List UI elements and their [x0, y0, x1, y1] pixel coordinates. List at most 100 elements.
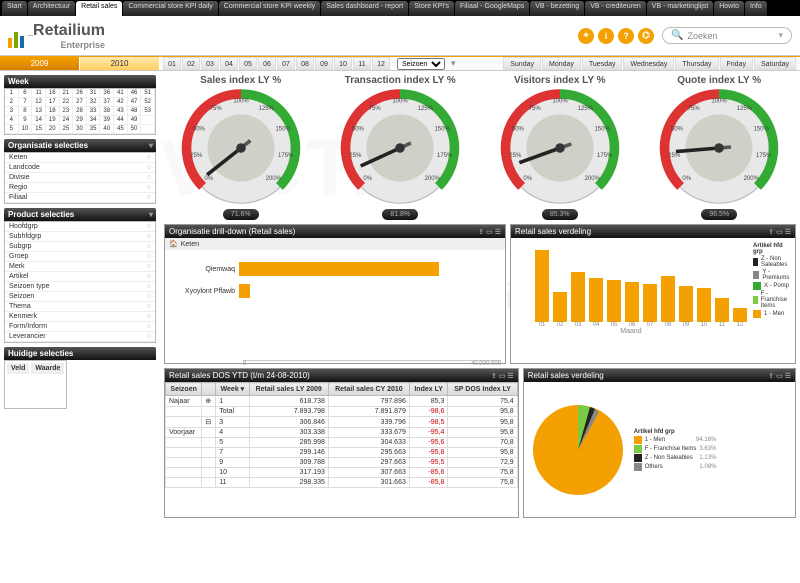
- chevron-down-icon[interactable]: ▾: [149, 141, 153, 150]
- drill-bar[interactable]: Qiemwaq: [169, 262, 501, 276]
- table-row[interactable]: ⊟3306.846339.796-98,595,8: [166, 417, 518, 428]
- table-row[interactable]: 10317.193307.663-85,675,8: [166, 468, 518, 478]
- bar[interactable]: [607, 280, 621, 322]
- week-cell[interactable]: 52: [141, 98, 155, 107]
- col-header[interactable]: Seizoen: [166, 383, 202, 396]
- week-cell[interactable]: 15: [32, 125, 46, 134]
- filter-merk[interactable]: Merk○: [5, 262, 155, 272]
- filter-artikel[interactable]: Artikel○: [5, 272, 155, 282]
- bar[interactable]: [679, 286, 693, 322]
- filter-seizoen type[interactable]: Seizoen type○: [5, 282, 155, 292]
- day-friday[interactable]: Friday: [720, 57, 753, 70]
- week-cell[interactable]: 51: [141, 89, 155, 98]
- settings-icon[interactable]: ⌬: [638, 28, 654, 44]
- pin-icon[interactable]: ⌖: [578, 28, 594, 44]
- month-01[interactable]: 01: [163, 57, 181, 70]
- week-cell[interactable]: 17: [46, 98, 60, 107]
- week-cell[interactable]: 41: [114, 89, 128, 98]
- tab-howto[interactable]: Howto: [714, 1, 744, 16]
- col-header[interactable]: SP DOS Index LY: [448, 383, 517, 396]
- week-cell[interactable]: 43: [114, 107, 128, 116]
- legend-item[interactable]: F - Franchise Items: [753, 291, 791, 309]
- week-cell[interactable]: 11: [32, 89, 46, 98]
- bar[interactable]: [643, 284, 657, 322]
- bar[interactable]: [661, 276, 675, 322]
- filter-divisie[interactable]: Divisie○: [5, 173, 155, 183]
- filter-regio[interactable]: Regio○: [5, 183, 155, 193]
- week-cell[interactable]: 27: [73, 98, 87, 107]
- week-cell[interactable]: 7: [19, 98, 33, 107]
- week-cell[interactable]: 22: [60, 98, 74, 107]
- month-03[interactable]: 03: [201, 57, 219, 70]
- week-cell[interactable]: 5: [5, 125, 19, 134]
- day-tuesday[interactable]: Tuesday: [582, 57, 623, 70]
- day-monday[interactable]: Monday: [542, 57, 581, 70]
- drill-level[interactable]: 🏠Keten: [165, 238, 505, 250]
- month-09[interactable]: 09: [315, 57, 333, 70]
- tab-info[interactable]: Info: [745, 1, 767, 16]
- bar[interactable]: [535, 250, 549, 322]
- col-header[interactable]: Retail sales LY 2009: [249, 383, 328, 396]
- week-cell[interactable]: [141, 125, 155, 134]
- tab-start[interactable]: Start: [2, 1, 27, 16]
- bar[interactable]: [733, 308, 747, 322]
- week-cell[interactable]: 45: [114, 125, 128, 134]
- filter-hoofdgrp[interactable]: Hoofdgrp○: [5, 222, 155, 232]
- week-cell[interactable]: 48: [128, 107, 142, 116]
- month-12[interactable]: 12: [372, 57, 390, 70]
- week-cell[interactable]: 42: [114, 98, 128, 107]
- info-icon[interactable]: i: [598, 28, 614, 44]
- bar[interactable]: [571, 272, 585, 322]
- month-06[interactable]: 06: [258, 57, 276, 70]
- month-10[interactable]: 10: [334, 57, 352, 70]
- tab-sales-dashboard-report[interactable]: Sales dashboard - report: [321, 1, 408, 16]
- week-cell[interactable]: 6: [19, 89, 33, 98]
- week-cell[interactable]: 20: [46, 125, 60, 134]
- legend-item[interactable]: F - Franchise Items3.63%: [634, 445, 717, 453]
- week-cell[interactable]: 9: [19, 116, 33, 125]
- week-cell[interactable]: 47: [128, 98, 142, 107]
- tab-vb-crediteuren[interactable]: VB - crediteuren: [585, 1, 646, 16]
- month-07[interactable]: 07: [277, 57, 295, 70]
- week-cell[interactable]: 8: [19, 107, 33, 116]
- week-cell[interactable]: 40: [100, 125, 114, 134]
- week-cell[interactable]: 14: [32, 116, 46, 125]
- week-cell[interactable]: 16: [46, 89, 60, 98]
- table-row[interactable]: Voorjaar4303.338333.679-95,495,8: [166, 428, 518, 438]
- month-04[interactable]: 04: [220, 57, 238, 70]
- table-row[interactable]: 9309.788297.663-95,572,9: [166, 458, 518, 468]
- day-thursday[interactable]: Thursday: [675, 57, 718, 70]
- week-cell[interactable]: 23: [60, 107, 74, 116]
- bar[interactable]: [553, 292, 567, 322]
- week-cell[interactable]: 38: [100, 107, 114, 116]
- week-cell[interactable]: 18: [46, 107, 60, 116]
- week-cell[interactable]: 12: [32, 98, 46, 107]
- search-input[interactable]: 🔍 Zoeken ▾: [662, 27, 792, 44]
- month-11[interactable]: 11: [353, 57, 371, 70]
- bar[interactable]: [715, 298, 729, 322]
- table-row[interactable]: 5285.998304.633-95,670,8: [166, 438, 518, 448]
- week-cell[interactable]: 37: [100, 98, 114, 107]
- week-cell[interactable]: [141, 116, 155, 125]
- week-cell[interactable]: 49: [128, 116, 142, 125]
- col-header[interactable]: Week ▾: [216, 383, 249, 396]
- year-2009[interactable]: 2009: [0, 57, 80, 70]
- filter-form/inform[interactable]: Form/Inform○: [5, 322, 155, 332]
- week-cell[interactable]: 33: [87, 107, 101, 116]
- filter-seizoen[interactable]: Seizoen○: [5, 292, 155, 302]
- filter-thema[interactable]: Thema○: [5, 302, 155, 312]
- col-header[interactable]: Index LY: [409, 383, 448, 396]
- week-cell[interactable]: 50: [128, 125, 142, 134]
- help-icon[interactable]: ?: [618, 28, 634, 44]
- tab-filiaal-googlemaps[interactable]: Filiaal - GoogleMaps: [455, 1, 529, 16]
- tab-store-kpi-s[interactable]: Store KPI's: [409, 1, 454, 16]
- bar[interactable]: [625, 282, 639, 322]
- week-cell[interactable]: 4: [5, 116, 19, 125]
- week-cell[interactable]: 3: [5, 107, 19, 116]
- bar[interactable]: [697, 288, 711, 322]
- day-sunday[interactable]: Sunday: [503, 57, 541, 70]
- filter-leverancier[interactable]: Leverancier○: [5, 332, 155, 342]
- week-cell[interactable]: 13: [32, 107, 46, 116]
- table-row[interactable]: Najaar⊕1618.738797.89685,375,4: [166, 396, 518, 407]
- week-cell[interactable]: 1: [5, 89, 19, 98]
